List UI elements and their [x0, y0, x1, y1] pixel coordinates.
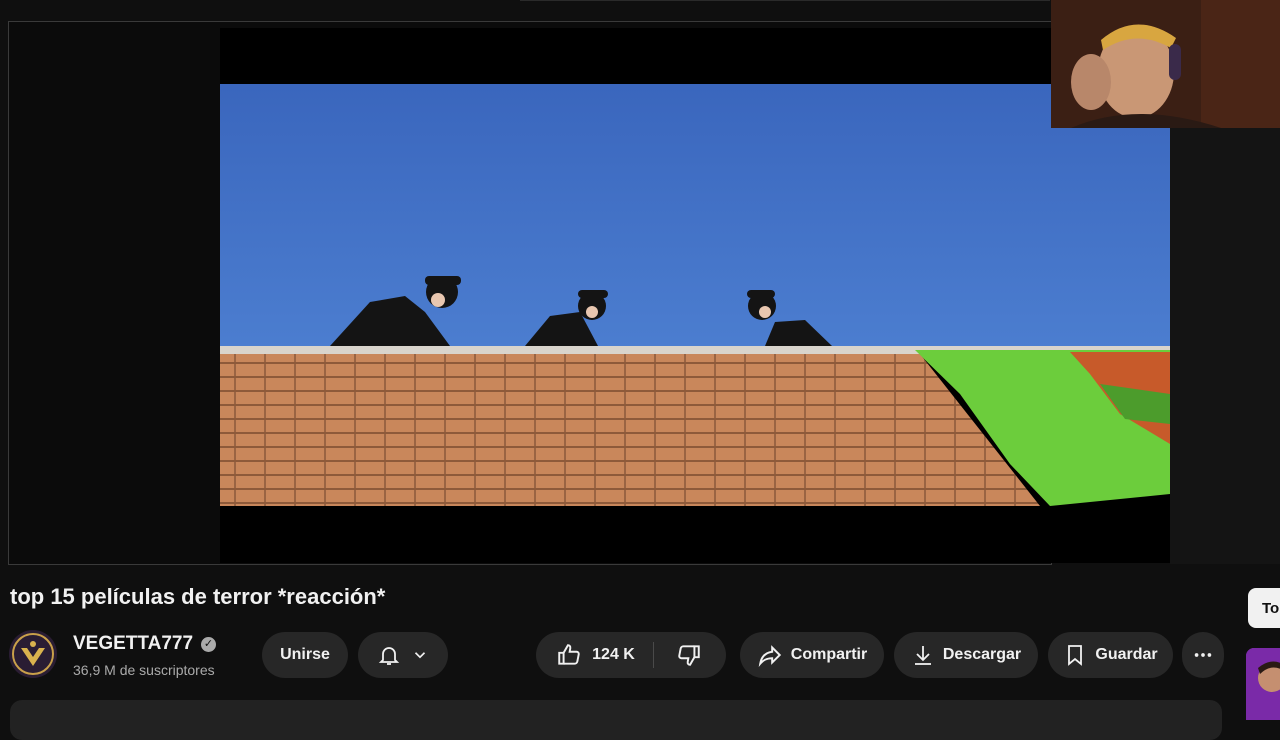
download-icon [911, 643, 935, 667]
join-label: Unirse [280, 646, 330, 663]
share-arrow-icon [757, 642, 783, 668]
join-button[interactable]: Unirse [262, 632, 348, 678]
verified-check-icon: ✓ [201, 636, 217, 652]
video-frame[interactable] [220, 28, 1170, 563]
chevron-down-icon [411, 646, 429, 664]
channel-name-row[interactable]: VEGETTA777 ✓ [73, 633, 217, 655]
download-label: Descargar [942, 646, 1022, 663]
like-button[interactable]: 124 K [538, 632, 653, 678]
download-button[interactable]: Descargar [894, 632, 1038, 678]
channel-name[interactable]: VEGETTA777 [73, 633, 193, 655]
share-label: Compartir [790, 646, 868, 663]
like-dislike-group: 124 K [536, 632, 726, 678]
video-scene [220, 84, 1170, 506]
subscriber-count: 36,9 M de suscriptores [73, 662, 215, 678]
filter-chip-label: To [1262, 599, 1280, 617]
webcam-overlay [1051, 0, 1280, 128]
thumbs-up-icon [556, 642, 582, 668]
more-actions-button[interactable] [1182, 632, 1224, 678]
bookmark-icon [1063, 643, 1087, 667]
player-divider [520, 0, 1050, 1]
video-title: top 15 películas de terror *reacción* [10, 584, 386, 609]
recommended-thumbnail[interactable] [1246, 648, 1280, 720]
channel-avatar[interactable] [9, 630, 57, 678]
description-box[interactable] [10, 700, 1222, 740]
thumbs-down-icon [676, 642, 702, 668]
sidebar-background [1170, 128, 1280, 564]
more-horizontal-icon [1192, 644, 1214, 666]
save-button[interactable]: Guardar [1048, 632, 1173, 678]
notifications-button[interactable] [358, 632, 448, 678]
dislike-button[interactable] [654, 632, 724, 678]
share-button[interactable]: Compartir [740, 632, 884, 678]
like-count: 124 K [592, 646, 635, 663]
filter-chip[interactable]: To [1248, 588, 1280, 628]
save-label: Guardar [1095, 646, 1158, 663]
bell-icon [377, 643, 401, 667]
